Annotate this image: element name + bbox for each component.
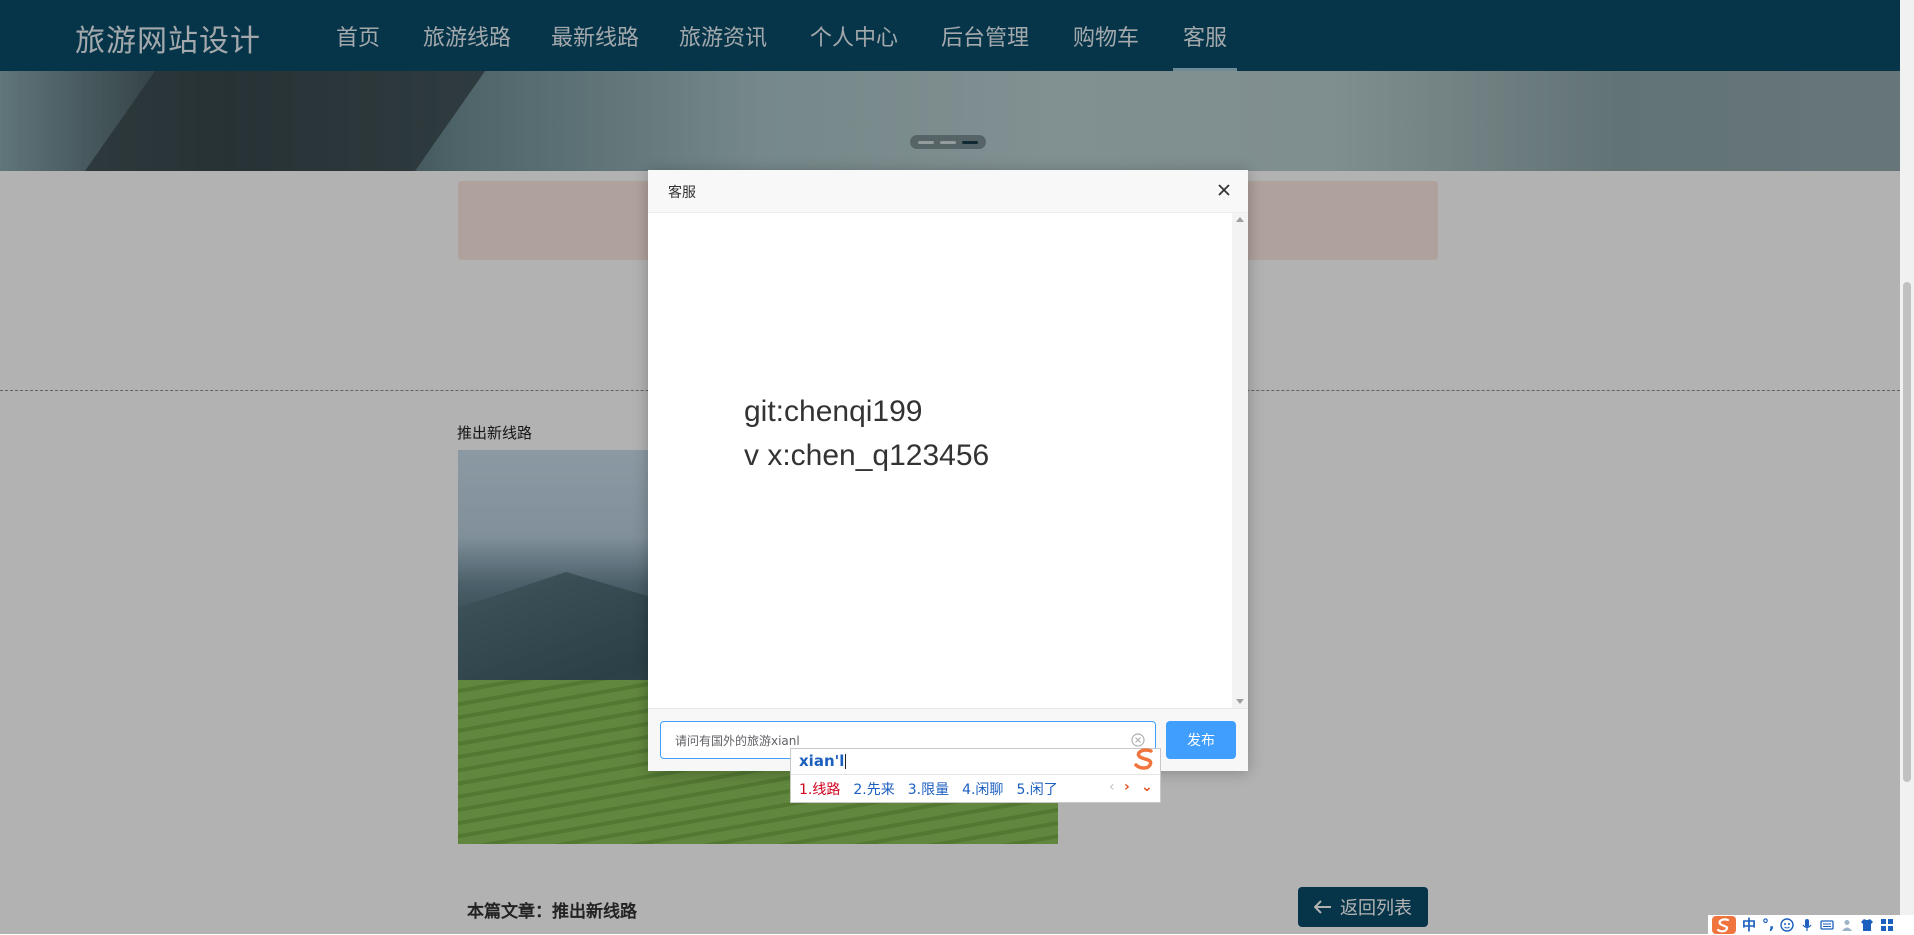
dialog-title: 客服 (668, 185, 696, 201)
ime-next-page[interactable]: › (1124, 779, 1130, 795)
ime-candidate-popup: xian'l 1.线路 2.先来 3.限量 4.闲聊 5.闲了 ‹ › ⌄ (790, 748, 1161, 803)
page-scrollbar-thumb[interactable] (1903, 282, 1911, 782)
scroll-up-icon[interactable] (1236, 217, 1244, 222)
ime-expand[interactable]: ⌄ (1141, 779, 1153, 795)
ime-candidate[interactable]: 2.先来 (853, 779, 894, 799)
scroll-down-icon[interactable] (1236, 699, 1244, 704)
microphone-icon[interactable] (1800, 918, 1814, 932)
text-caret (845, 754, 847, 769)
ime-composition: xian'l (799, 752, 847, 770)
shirt-icon[interactable] (1860, 918, 1874, 932)
ime-prev-page[interactable]: ‹ (1109, 779, 1115, 795)
ime-candidate[interactable]: 3.限量 (908, 779, 949, 799)
ime-candidate[interactable]: 1.线路 (799, 779, 840, 799)
send-button[interactable]: 发布 (1166, 721, 1236, 759)
ime-candidate[interactable]: 4.闲聊 (962, 779, 1003, 799)
close-icon[interactable] (1214, 180, 1234, 200)
user-icon[interactable] (1840, 918, 1854, 932)
ime-composition-text: xian'l (799, 752, 845, 770)
support-dialog: 客服 git:chenqi199 v x:chen_q123456 发布 (648, 170, 1248, 771)
sogou-tray-icon[interactable] (1712, 915, 1736, 934)
chat-message-area[interactable]: git:chenqi199 v x:chen_q123456 (648, 213, 1232, 708)
page-scrollbar[interactable] (1900, 0, 1914, 934)
dialog-header: 客服 (648, 170, 1248, 213)
ime-candidate[interactable]: 5.闲了 (1016, 779, 1057, 799)
chat-message: v x:chen_q123456 (744, 439, 990, 472)
ime-punctuation-label[interactable]: °, (1762, 917, 1774, 933)
ime-separator (791, 774, 1160, 775)
sogou-logo-icon (1134, 748, 1153, 770)
chat-message: git:chenqi199 (744, 395, 923, 428)
chat-scrollbar[interactable] (1232, 213, 1248, 708)
clear-input-icon[interactable] (1131, 733, 1145, 747)
ime-candidate-list: 1.线路 2.先来 3.限量 4.闲聊 5.闲了 (799, 779, 1071, 799)
ime-mode-label[interactable]: 中 (1742, 915, 1756, 935)
toolbox-grid-icon[interactable] (1880, 918, 1894, 932)
emoji-icon[interactable] (1780, 917, 1795, 932)
keyboard-icon[interactable] (1820, 918, 1834, 932)
ime-status-bar: 中 °, (1708, 915, 1914, 934)
